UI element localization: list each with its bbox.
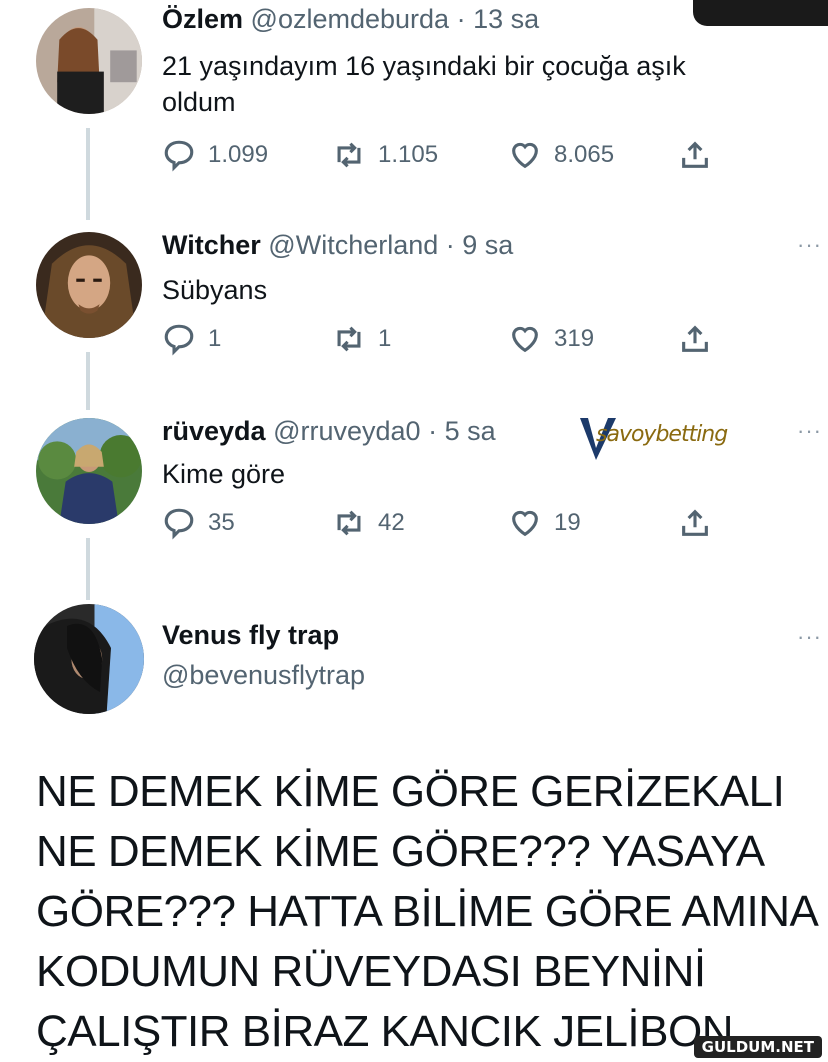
status-bar-pill bbox=[693, 0, 828, 26]
timestamp[interactable]: · 13 sa bbox=[457, 4, 540, 34]
tweet-text: 21 yaşındayım 16 yaşındaki bir çocuğa aş… bbox=[162, 51, 686, 117]
reply-count: 1.099 bbox=[208, 141, 269, 168]
display-name[interactable]: Venus fly trap bbox=[162, 620, 339, 650]
retweet-count: 42 bbox=[378, 509, 405, 536]
thread-line bbox=[86, 128, 90, 220]
like-button[interactable]: 8.065 bbox=[508, 138, 614, 172]
reply-count: 35 bbox=[208, 509, 235, 536]
reply-button[interactable]: 1.099 bbox=[162, 138, 268, 172]
handle[interactable]: @Witcherland bbox=[268, 230, 438, 260]
tweet-actions: 35 42 19 bbox=[162, 506, 722, 546]
handle[interactable]: @rruveyda0 bbox=[273, 416, 420, 446]
share-button[interactable] bbox=[678, 138, 712, 172]
like-count: 319 bbox=[554, 325, 595, 352]
tweet-header: Witcher @Witcherland · 9 sa bbox=[162, 230, 513, 261]
reply-icon bbox=[164, 508, 194, 540]
more-icon[interactable]: ··· bbox=[797, 624, 822, 650]
share-icon bbox=[682, 141, 708, 168]
avatar[interactable] bbox=[36, 8, 142, 114]
share-button[interactable] bbox=[678, 322, 712, 356]
retweet-icon bbox=[337, 510, 361, 536]
avatar-image bbox=[36, 418, 142, 524]
tweet-actions: 1 1 319 bbox=[162, 322, 722, 362]
like-icon bbox=[512, 142, 538, 169]
share-icon bbox=[682, 509, 708, 536]
tweet-text: Sübyans bbox=[162, 275, 268, 305]
handle[interactable]: @ozlemdeburda bbox=[251, 4, 450, 34]
display-name[interactable]: rüveyda bbox=[162, 416, 266, 446]
retweet-count: 1 bbox=[378, 325, 392, 352]
avatar-image bbox=[36, 8, 142, 114]
reply-count: 1 bbox=[208, 325, 222, 352]
avatar-image bbox=[36, 232, 142, 338]
timestamp[interactable]: · 9 sa bbox=[446, 230, 514, 260]
like-icon bbox=[512, 510, 538, 537]
share-icon bbox=[682, 325, 708, 352]
retweet-button[interactable]: 1.105 bbox=[332, 138, 438, 172]
share-button[interactable] bbox=[678, 506, 712, 540]
reply-button[interactable]: 35 bbox=[162, 506, 235, 540]
site-watermark: GULDUM.NET bbox=[693, 1036, 822, 1058]
savoybetting-watermark: savoybetting bbox=[578, 414, 748, 468]
avatar[interactable] bbox=[36, 232, 142, 338]
thread-line bbox=[86, 352, 90, 410]
more-icon[interactable]: ··· bbox=[797, 418, 822, 444]
display-name[interactable]: Özlem bbox=[162, 4, 243, 34]
retweet-icon bbox=[337, 326, 361, 352]
like-button[interactable]: 19 bbox=[508, 506, 581, 540]
reply-button[interactable]: 1 bbox=[162, 322, 221, 356]
tweet-actions: 1.099 1.105 8.065 bbox=[162, 138, 722, 178]
retweet-icon bbox=[337, 142, 361, 168]
like-count: 8.065 bbox=[554, 141, 615, 168]
like-count: 19 bbox=[554, 509, 581, 536]
thread-line bbox=[86, 538, 90, 600]
tweet-header: Özlem @ozlemdeburda · 13 sa bbox=[162, 4, 539, 35]
reply-icon bbox=[164, 140, 194, 172]
reply-icon bbox=[164, 324, 194, 356]
retweet-count: 1.105 bbox=[378, 141, 439, 168]
avatar[interactable] bbox=[34, 604, 144, 714]
like-button[interactable]: 319 bbox=[508, 322, 594, 356]
handle[interactable]: @bevenusflytrap bbox=[162, 660, 365, 691]
tweet-header: Venus fly trap bbox=[162, 620, 339, 651]
retweet-button[interactable]: 42 bbox=[332, 506, 405, 540]
tweet-header: rüveyda @rruveyda0 · 5 sa bbox=[162, 416, 496, 447]
retweet-button[interactable]: 1 bbox=[332, 322, 391, 356]
avatar[interactable] bbox=[36, 418, 142, 524]
watermark-text: savoybetting bbox=[596, 422, 728, 447]
more-icon[interactable]: ··· bbox=[797, 232, 822, 258]
like-icon bbox=[512, 326, 538, 353]
timestamp[interactable]: · 5 sa bbox=[428, 416, 496, 446]
avatar-image bbox=[34, 604, 144, 714]
main-tweet-text: NE DEMEK KİME GÖRE GERİZEKALI NE DEMEK K… bbox=[36, 767, 816, 1056]
display-name[interactable]: Witcher bbox=[162, 230, 261, 260]
